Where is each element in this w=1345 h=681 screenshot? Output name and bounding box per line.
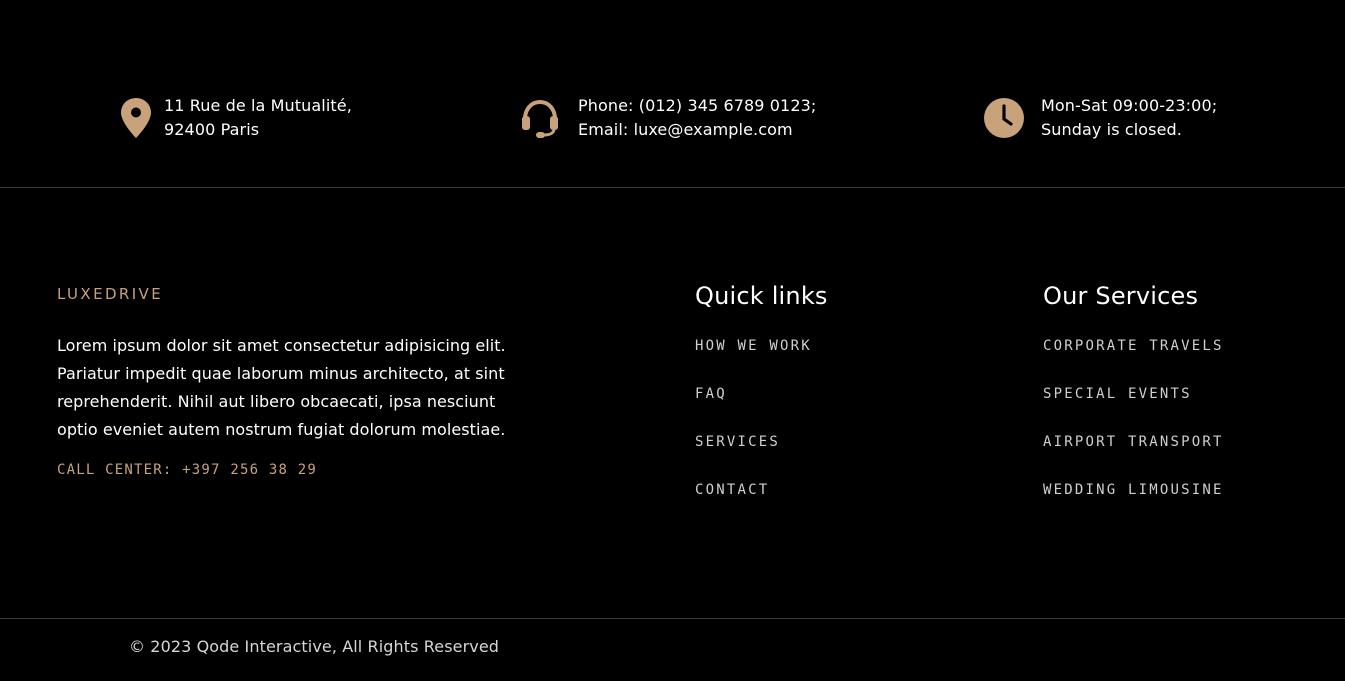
list-item: SERVICES <box>695 431 828 479</box>
contact-phone: Phone: (012) 345 6789 0123; Email: luxe@… <box>518 94 816 142</box>
link-contact[interactable]: CONTACT <box>695 482 769 498</box>
map-pin-icon <box>114 96 158 140</box>
hours-line-2: Sunday is closed. <box>1041 120 1182 139</box>
address-line-1: 11 Rue de la Mutualité, <box>164 96 352 115</box>
services-column: Our Services CORPORATE TRAVELS SPECIAL E… <box>1043 281 1224 527</box>
services-title: Our Services <box>1043 282 1199 310</box>
address-line-2: 92400 Paris <box>164 120 260 139</box>
list-item: WEDDING LIMOUSINE <box>1043 479 1224 527</box>
link-special-events[interactable]: SPECIAL EVENTS <box>1043 386 1192 402</box>
quick-links-column: Quick links HOW WE WORK FAQ SERVICES CON… <box>695 281 828 527</box>
link-how-we-work[interactable]: HOW WE WORK <box>695 338 812 354</box>
contact-hours: Mon-Sat 09:00-23:00; Sunday is closed. <box>982 94 1217 142</box>
link-wedding-limousine[interactable]: WEDDING LIMOUSINE <box>1043 482 1224 498</box>
link-airport-transport[interactable]: AIRPORT TRANSPORT <box>1043 434 1224 450</box>
email-line: Email: luxe@example.com <box>578 120 793 139</box>
copyright-text: © 2023 Qode Interactive, All Rights Rese… <box>129 637 500 656</box>
headset-icon <box>518 96 562 140</box>
list-item: SPECIAL EVENTS <box>1043 383 1224 431</box>
list-item: FAQ <box>695 383 828 431</box>
link-services[interactable]: SERVICES <box>695 434 780 450</box>
list-item: HOW WE WORK <box>695 335 828 383</box>
contact-address: 11 Rue de la Mutualité, 92400 Paris <box>114 94 352 142</box>
clock-icon <box>982 96 1026 140</box>
contact-strip: 11 Rue de la Mutualité, 92400 Paris Phon… <box>0 0 1345 188</box>
phone-line: Phone: (012) 345 6789 0123; <box>578 96 817 115</box>
list-item: CORPORATE TRAVELS <box>1043 335 1224 383</box>
brand-description: Lorem ipsum dolor sit amet consectetur a… <box>57 336 506 439</box>
footer-page: 11 Rue de la Mutualité, 92400 Paris Phon… <box>0 0 1345 681</box>
call-center-link[interactable]: CALL CENTER: +397 256 38 29 <box>57 462 317 478</box>
list-item: CONTACT <box>695 479 828 527</box>
list-item: AIRPORT TRANSPORT <box>1043 431 1224 479</box>
link-corporate-travels[interactable]: CORPORATE TRAVELS <box>1043 338 1224 354</box>
brand-logo-text[interactable]: LUXEDRIVE <box>57 285 163 303</box>
hours-line-1: Mon-Sat 09:00-23:00; <box>1041 96 1218 115</box>
services-list: CORPORATE TRAVELS SPECIAL EVENTS AIRPORT… <box>1043 335 1224 527</box>
link-faq[interactable]: FAQ <box>695 386 727 402</box>
copyright-bar: © 2023 Qode Interactive, All Rights Rese… <box>0 618 1345 681</box>
quick-links-title: Quick links <box>695 282 828 310</box>
quick-links-list: HOW WE WORK FAQ SERVICES CONTACT <box>695 335 828 527</box>
